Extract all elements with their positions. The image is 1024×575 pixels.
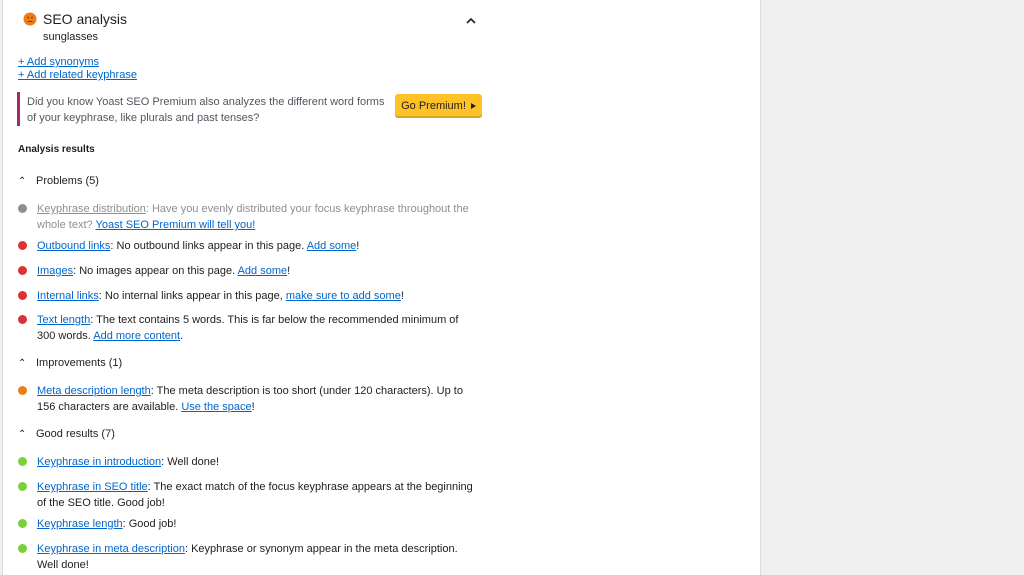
result-text: Keyphrase in meta description: Keyphrase… xyxy=(37,543,458,571)
keyphrase-length-link[interactable]: Keyphrase length xyxy=(37,518,123,530)
add-some-link[interactable]: Add some xyxy=(307,240,357,252)
status-dot-orange xyxy=(18,386,27,395)
status-dot-green xyxy=(18,544,27,553)
status-dot-gray xyxy=(18,204,27,213)
result-text: Keyphrase in introduction: Well done! xyxy=(37,456,220,468)
editor-area xyxy=(493,0,761,575)
caret-right-icon xyxy=(470,103,476,109)
keyphrase-links: + Add synonyms + Add related keyphrase xyxy=(18,56,137,82)
status-dot-green xyxy=(18,519,27,528)
focus-keyphrase-label: sunglasses xyxy=(43,31,99,43)
result-text: Keyphrase length: Good job! xyxy=(37,518,177,530)
status-dot-red xyxy=(18,266,27,275)
problems-heading: Problems (5) xyxy=(36,175,99,187)
seo-analysis-title: SEO analysis xyxy=(43,11,128,27)
status-dot-red xyxy=(18,315,27,324)
screen: SEO analysis sunglasses + Add synonyms +… xyxy=(0,0,1024,575)
good-results-heading: Good results (7) xyxy=(36,428,115,440)
chevron-up-icon: ⌃ xyxy=(18,176,27,187)
result-text: Images: No images appear on this page. A… xyxy=(37,265,291,277)
status-dot-red xyxy=(18,241,27,250)
improvements-toggle[interactable]: ⌃ Improvements (1) xyxy=(18,357,122,369)
improvements-heading: Improvements (1) xyxy=(36,357,123,369)
problems-toggle[interactable]: ⌃ Problems (5) xyxy=(18,175,99,187)
seo-analysis-panel: SEO analysis sunglasses + Add synonyms +… xyxy=(2,0,494,575)
add-some-link[interactable]: Add some xyxy=(238,265,288,277)
outbound-links-link[interactable]: Outbound links xyxy=(37,240,110,252)
promo-text: Did you know Yoast SEO Premium also anal… xyxy=(27,96,385,124)
premium-promo: Did you know Yoast SEO Premium also anal… xyxy=(17,92,483,126)
analysis-results-heading: Analysis results xyxy=(18,144,95,155)
status-dot-green xyxy=(18,482,27,491)
keyphrase-in-seo-title-link[interactable]: Keyphrase in SEO title xyxy=(37,481,148,493)
background-area xyxy=(761,0,1024,575)
make-sure-to-add-some-link[interactable]: make sure to add some xyxy=(286,290,401,302)
result-text: Text length: The text contains 5 words. … xyxy=(37,314,459,342)
text-length-link[interactable]: Text length xyxy=(37,314,90,326)
chevron-up-icon[interactable] xyxy=(464,14,478,28)
chevron-up-icon: ⌃ xyxy=(18,358,27,369)
go-premium-button[interactable]: Go Premium! xyxy=(395,94,482,118)
result-text: Keyphrase distribution: Have you evenly … xyxy=(37,203,469,231)
keyphrase-distribution-link[interactable]: Keyphrase distribution xyxy=(37,203,146,215)
result-text: Internal links: No internal links appear… xyxy=(37,290,404,302)
result-text: Meta description length: The meta descri… xyxy=(37,385,463,413)
status-dot-green xyxy=(18,457,27,466)
premium-cta-link[interactable]: Yoast SEO Premium will tell you! xyxy=(96,219,256,231)
good-results-toggle[interactable]: ⌃ Good results (7) xyxy=(18,428,115,440)
seo-analysis-header[interactable]: SEO analysis sunglasses xyxy=(23,10,483,44)
keyphrase-in-introduction-link[interactable]: Keyphrase in introduction xyxy=(37,456,161,468)
promo-accent-bar xyxy=(17,92,20,126)
add-more-content-link[interactable]: Add more content xyxy=(93,330,180,342)
status-dot-red xyxy=(18,291,27,300)
seo-score-face-icon xyxy=(23,12,37,26)
meta-description-length-link[interactable]: Meta description length xyxy=(37,385,151,397)
go-premium-label: Go Premium! xyxy=(401,100,466,112)
images-link[interactable]: Images xyxy=(37,265,73,277)
chevron-up-icon: ⌃ xyxy=(18,429,27,440)
keyphrase-in-meta-description-link[interactable]: Keyphrase in meta description xyxy=(37,543,185,555)
add-synonyms-link[interactable]: + Add synonyms xyxy=(18,56,137,69)
result-text: Outbound links: No outbound links appear… xyxy=(37,240,360,252)
use-the-space-link[interactable]: Use the space xyxy=(181,401,251,413)
result-text: Keyphrase in SEO title: The exact match … xyxy=(37,481,473,509)
add-related-keyphrase-link[interactable]: + Add related keyphrase xyxy=(18,69,137,82)
internal-links-link[interactable]: Internal links xyxy=(37,290,99,302)
